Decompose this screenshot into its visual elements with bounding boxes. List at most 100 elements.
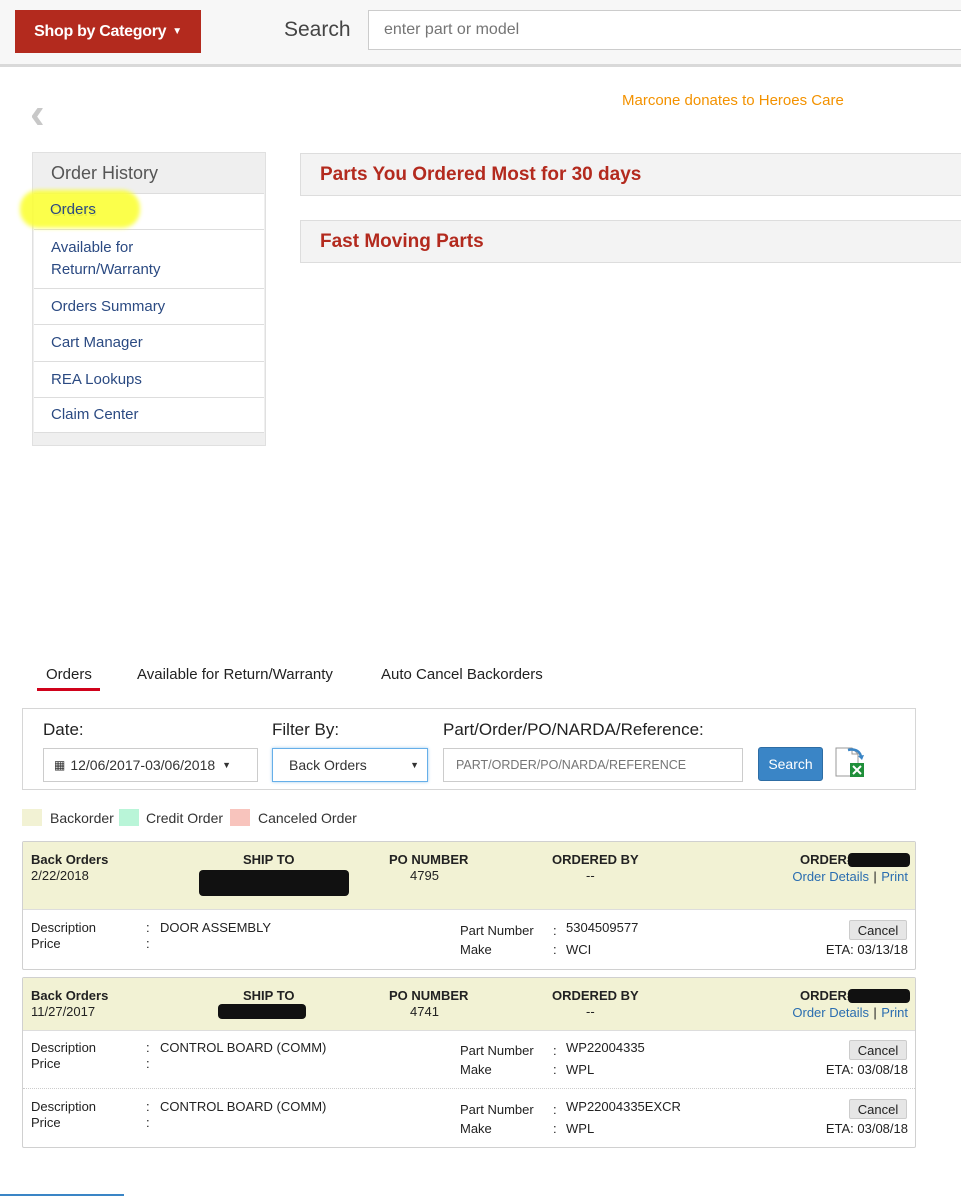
colon: : [146,936,150,951]
search-button[interactable]: Search [758,747,823,781]
panel-parts-ordered-most[interactable]: Parts You Ordered Most for 30 days [300,153,961,196]
order-card-header [23,842,915,910]
order-number-label: ORDER# [800,988,855,1003]
redacted-ship-to [199,870,349,896]
part-number: 5304509577 [566,920,639,935]
description-label: Description [31,1099,97,1114]
tab-auto-cancel-backorders[interactable]: Auto Cancel Backorders [381,666,543,683]
legend-backorder: Backorder [50,810,114,826]
print-link[interactable]: Print [881,869,908,884]
calendar-icon: ▦ [54,758,66,772]
redacted-order-number [848,989,910,1003]
colon: : [146,1099,150,1114]
date-range-picker[interactable]: ▦ 12/06/2017-03/06/2018 ▼ [43,748,258,782]
po-number: 4795 [410,868,439,883]
price-label: Price [31,1056,61,1071]
sidebar-heading: Order History [51,163,159,183]
excel-export-icon[interactable] [834,746,866,780]
back-chevron-icon[interactable]: ‹ [30,92,45,136]
po-number: 4741 [410,1004,439,1019]
colon: : [553,1102,557,1117]
filter-by-select[interactable]: Back Orders ▼ [272,748,428,782]
part-number-label: Part Number [460,1102,534,1117]
sidebar-item-orders-summary[interactable]: Orders Summary [34,288,264,324]
order-date: 2/22/2018 [31,868,89,883]
part-description: CONTROL BOARD (COMM) [160,1099,327,1114]
link-separator: | [873,869,877,884]
colon: : [553,1043,557,1058]
panel-fast-moving-parts[interactable]: Fast Moving Parts [300,220,961,263]
sidebar-item-orders-label[interactable]: Orders [50,201,96,218]
search-label: Search [284,18,351,41]
sidebar-item-rea-lookups[interactable]: REA Lookups [34,361,264,397]
colon: : [146,1056,150,1071]
order-card: Back Orders 11/27/2017 SHIP TO PO NUMBER… [22,977,916,1148]
link-separator: | [873,1005,877,1020]
order-links: Order Details | Print [792,1004,908,1022]
make-label: Make [460,942,492,957]
caret-down-icon: ▼ [222,760,232,770]
ship-to-label: SHIP TO [243,988,295,1003]
make-label: Make [460,1121,492,1136]
legend-credit-order: Credit Order [146,810,224,826]
order-details-link[interactable]: Order Details [792,869,869,884]
redacted-ship-to [218,1004,306,1019]
select-arrow-icon: ▼ [410,760,419,770]
cancel-button[interactable]: Cancel [849,920,907,940]
print-link[interactable]: Print [881,1005,908,1020]
sidebar-item-return-warranty[interactable]: Available for Return/Warranty [34,229,264,288]
redacted-order-number [848,853,910,867]
order-type: Back Orders [31,988,109,1003]
description-label: Description [31,1040,97,1055]
bottom-rule [0,1194,124,1196]
cancel-button[interactable]: Cancel [849,1099,907,1119]
colon: : [146,1040,150,1055]
colon: : [553,1062,557,1077]
tab-orders[interactable]: Orders [46,666,92,683]
search-input[interactable] [368,10,961,50]
make: WPL [566,1121,595,1136]
order-details-link[interactable]: Order Details [792,1005,869,1020]
make-label: Make [460,1062,492,1077]
price-label: Price [31,936,61,951]
description-label: Description [31,920,97,935]
order-date: 11/27/2017 [31,1004,96,1019]
part-description: CONTROL BOARD (COMM) [160,1040,327,1055]
ordered-by-label: ORDERED BY [552,988,639,1003]
make: WPL [566,1062,595,1077]
order-card-header [23,978,915,1031]
filter-by-value: Back Orders [289,757,367,773]
date-label: Date: [43,720,84,739]
shop-by-category-label: Shop by Category [34,22,167,40]
order-links: Order Details | Print [792,868,908,886]
part-number: WP22004335 [566,1040,645,1055]
order-number-label: ORDER# [800,852,855,867]
ordered-by: -- [586,868,595,883]
reference-search-input[interactable] [443,748,743,782]
ordered-by-label: ORDERED BY [552,852,639,867]
po-number-label: PO NUMBER [389,988,469,1003]
colon: : [553,942,557,957]
order-type: Back Orders [31,852,109,867]
colon: : [553,923,557,938]
caret-down-icon: ▼ [172,26,182,37]
sidebar-item-cart-manager[interactable]: Cart Manager [34,324,264,361]
po-number-label: PO NUMBER [389,852,469,867]
backorder-swatch [22,809,42,826]
sidebar-item-claim-center[interactable]: Claim Center [34,397,264,433]
cancel-button[interactable]: Cancel [849,1040,907,1060]
tab-return-warranty[interactable]: Available for Return/Warranty [137,666,333,683]
ship-to-label: SHIP TO [243,852,295,867]
make: WCI [566,942,592,957]
shop-by-category-button[interactable]: Shop by Category ▼ [15,10,201,53]
legend-canceled-order: Canceled Order [258,810,357,826]
part-description: DOOR ASSEMBLY [160,920,272,935]
colon: : [146,1115,150,1130]
credit-order-swatch [119,809,139,826]
canceled-order-swatch [230,809,250,826]
donate-link[interactable]: Marcone donates to Heroes Care [622,92,844,109]
part-number-label: Part Number [460,923,534,938]
eta: ETA: 03/08/18 [825,1121,908,1136]
eta: ETA: 03/08/18 [825,1062,908,1077]
date-range-value: 12/06/2017-03/06/2018 [70,757,216,773]
